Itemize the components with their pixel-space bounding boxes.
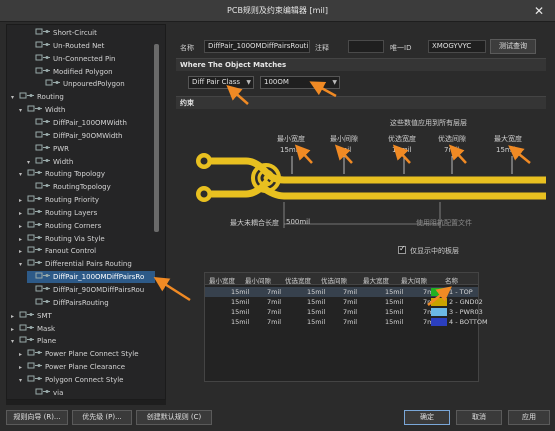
- create-default-rules-button[interactable]: 创建默认规则 (C): [136, 410, 212, 425]
- arrow-to-min-width: [294, 144, 313, 164]
- arrow-to-scope: [226, 85, 249, 105]
- priority-button[interactable]: 优先级 (P)...: [72, 410, 132, 425]
- ok-button[interactable]: 确定: [404, 410, 450, 425]
- arrow-to-pref-width: [392, 144, 411, 164]
- arrow-to-pref-gap: [448, 144, 467, 164]
- arrow-to-tree-item: [153, 276, 191, 302]
- annotation-arrows: [153, 81, 531, 306]
- arrow-to-class: [309, 81, 337, 98]
- apply-button[interactable]: 应用: [508, 410, 550, 425]
- cancel-button[interactable]: 取消: [456, 410, 502, 425]
- arrow-to-table: [427, 286, 452, 306]
- rule-wizard-button[interactable]: 规则向导 (R)...: [6, 410, 68, 425]
- arrow-to-max-width: [508, 145, 531, 164]
- arrow-to-min-gap: [334, 144, 353, 164]
